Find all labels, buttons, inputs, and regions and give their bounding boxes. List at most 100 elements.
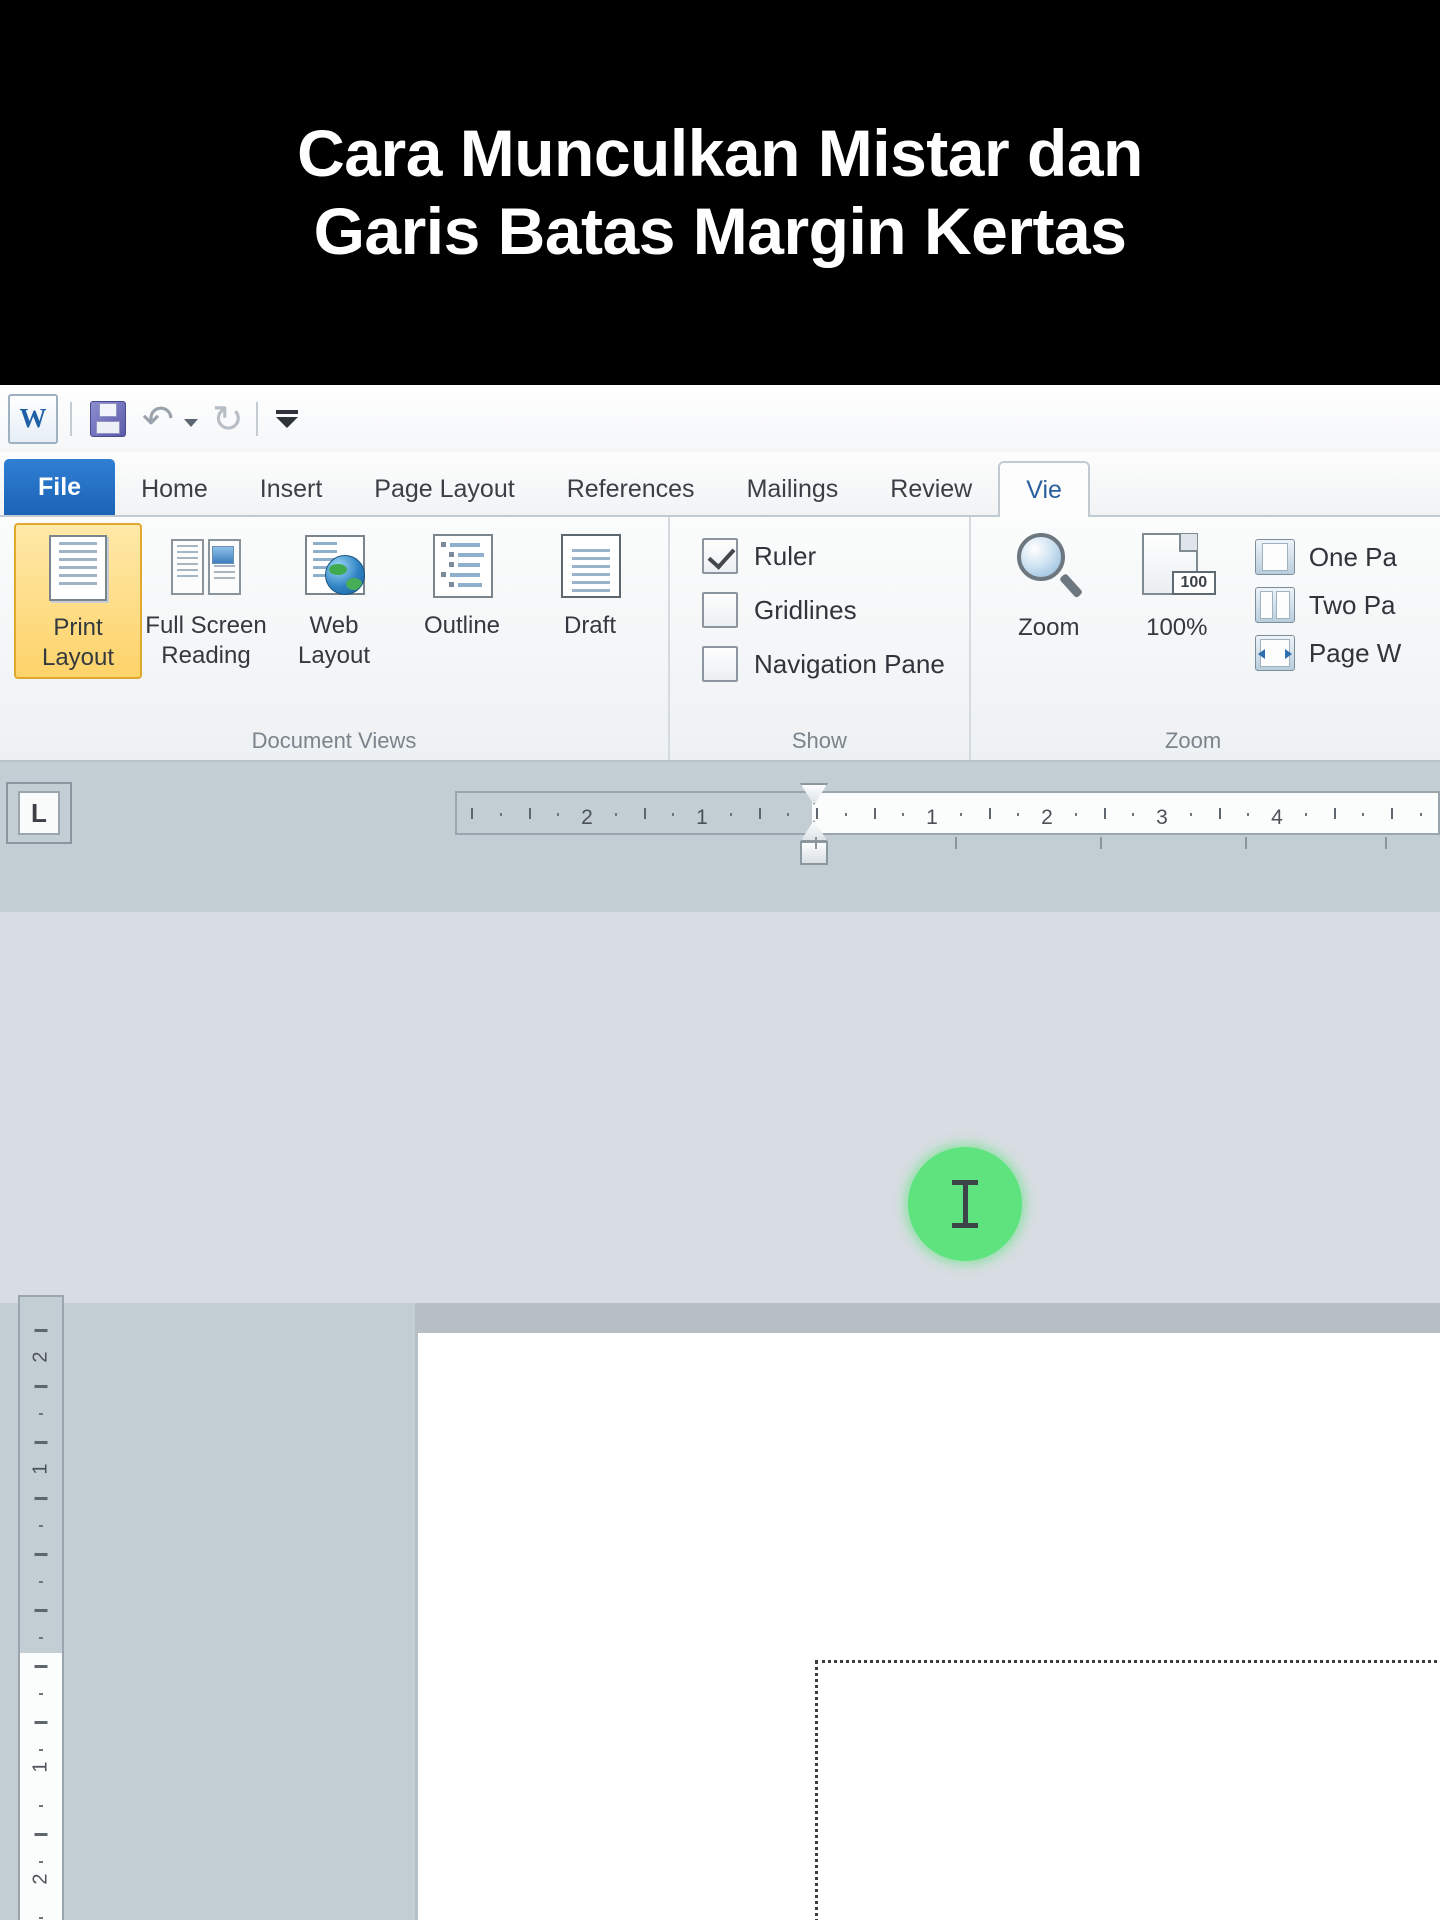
tab-references[interactable]: References xyxy=(541,463,721,515)
full-screen-reading-icon xyxy=(169,531,243,605)
tab-file[interactable]: File xyxy=(4,459,116,515)
full-screen-reading-button[interactable]: Full Screen Reading xyxy=(142,523,270,675)
group-title-document-views: Document Views xyxy=(251,728,417,753)
ruler-tick xyxy=(729,813,732,816)
ruler-tick xyxy=(758,808,761,819)
navigation-pane-checkbox[interactable] xyxy=(702,646,738,682)
tab-stop-selector-glyph: L xyxy=(18,791,60,835)
default-tab-stop-mark xyxy=(955,837,957,849)
draft-label: Draft xyxy=(563,612,616,639)
ruler-tick-label: 4 xyxy=(1271,806,1283,829)
ruler-tick xyxy=(844,813,847,816)
ruler-tick xyxy=(557,813,560,816)
vertical-ruler-tick xyxy=(34,1553,48,1556)
vertical-ruler-tick xyxy=(34,1329,48,1332)
video-title-card: Cara Munculkan Mistar dan Garis Batas Ma… xyxy=(0,0,1440,385)
zoom-button[interactable]: Zoom xyxy=(985,523,1113,647)
tab-stop-selector-button[interactable]: L xyxy=(6,782,72,844)
title-line-2: Garis Batas Margin Kertas xyxy=(313,193,1127,268)
web-layout-label: Web Layout xyxy=(297,612,371,669)
ruler-tick-label: 1 xyxy=(696,806,708,829)
ruler-tick-label: 1 xyxy=(926,806,938,829)
print-layout-label: Print Layout xyxy=(41,614,115,671)
vertical-ruler-tick xyxy=(34,1497,48,1500)
undo-dropdown-icon[interactable] xyxy=(183,418,198,427)
quick-access-toolbar: W ↶ ↻ xyxy=(0,385,1440,452)
redo-button[interactable]: ↻ xyxy=(212,400,244,438)
ruler-tick xyxy=(959,813,962,816)
two-pages-button[interactable]: Two Pa xyxy=(1254,587,1402,623)
vertical-ruler-tick-label: 1 xyxy=(29,1761,52,1773)
outline-button[interactable]: Outline xyxy=(398,523,526,645)
one-page-button[interactable]: One Pa xyxy=(1254,539,1402,575)
zoom-100-badge: 100 xyxy=(1171,571,1216,595)
screen-root: Cara Munculkan Mistar dan Garis Batas Ma… xyxy=(0,0,1440,1920)
vertical-ruler-tick xyxy=(39,1525,43,1527)
default-tab-stops xyxy=(455,837,1440,857)
ruler-tick-label: 2 xyxy=(581,806,593,829)
ruler-tick xyxy=(1132,813,1135,816)
tab-mailings[interactable]: Mailings xyxy=(721,463,865,515)
gridlines-label: Gridlines xyxy=(754,594,857,625)
navigation-pane-checkbox-row[interactable]: Navigation Pane xyxy=(702,646,945,682)
gridlines-checkbox[interactable] xyxy=(702,592,738,628)
customize-quick-access-toolbar-button[interactable] xyxy=(275,409,298,428)
ruler-tick xyxy=(1419,813,1422,816)
toolbar-separator xyxy=(70,401,72,436)
zoom-100-label: 100% xyxy=(1146,614,1208,641)
vertical-ruler-tick-label: 2 xyxy=(29,1351,52,1363)
vertical-ruler[interactable]: 211234 xyxy=(18,1295,64,1920)
tab-page-layout[interactable]: Page Layout xyxy=(348,463,540,515)
ruler-tick xyxy=(816,808,818,819)
magnifier-icon xyxy=(1011,531,1087,607)
print-layout-button[interactable]: Print Layout xyxy=(14,523,142,679)
vertical-ruler-tick xyxy=(39,1749,43,1751)
ruler-tick xyxy=(672,813,675,816)
ruler-tick xyxy=(902,813,905,816)
vertical-ruler-tick xyxy=(39,1805,43,1807)
margin-boundary-guide xyxy=(815,1660,1440,1920)
zoom-100-icon: 100 xyxy=(1134,531,1220,607)
draft-button[interactable]: Draft xyxy=(526,523,654,645)
ruler-tick xyxy=(1304,813,1307,816)
vertical-ruler-tick xyxy=(39,1413,43,1415)
gridlines-checkbox-row[interactable]: Gridlines xyxy=(702,592,945,628)
web-layout-button[interactable]: Web Layout xyxy=(270,523,398,675)
vertical-ruler-tick xyxy=(39,1917,43,1919)
tab-home[interactable]: Home xyxy=(115,463,234,515)
undo-button[interactable]: ↶ xyxy=(142,400,174,438)
horizontal-ruler[interactable]: 2 1 1 2 3 4 xyxy=(455,791,1440,835)
ribbon-tab-strip: File Home Insert Page Layout References … xyxy=(0,452,1440,517)
save-button[interactable] xyxy=(88,399,128,439)
document-workspace: 211234 xyxy=(0,1295,1440,1920)
vertical-ruler-tick xyxy=(34,1721,48,1724)
document-page[interactable] xyxy=(418,1333,1440,1920)
vertical-ruler-tick-label: 2 xyxy=(29,1873,52,1885)
default-tab-stop-mark xyxy=(815,837,817,849)
ruler-bar: L 2 1 1 2 3 4 xyxy=(0,762,1440,912)
page-width-button[interactable]: Page W xyxy=(1254,635,1402,671)
word-logo-icon: W xyxy=(8,393,58,444)
group-title-show: Show xyxy=(791,728,847,753)
page-width-label: Page W xyxy=(1308,637,1402,668)
ruler-tick xyxy=(643,808,646,819)
tab-view[interactable]: Vie xyxy=(998,461,1090,517)
default-tab-stop-mark xyxy=(1245,837,1247,849)
ruler-checkbox[interactable] xyxy=(702,538,738,574)
mouse-cursor-highlight xyxy=(908,1147,1022,1261)
zoom-100-button[interactable]: 100 100% xyxy=(1113,523,1241,647)
vertical-ruler-tick xyxy=(39,1693,43,1695)
ruler-tick xyxy=(1391,808,1393,819)
ruler-tick xyxy=(1189,813,1192,816)
tab-insert[interactable]: Insert xyxy=(234,463,349,515)
tab-review[interactable]: Review xyxy=(864,463,998,515)
vertical-ruler-tick xyxy=(34,1385,48,1388)
page-width-icon xyxy=(1254,635,1295,671)
vertical-ruler-tick xyxy=(39,1637,43,1639)
full-screen-reading-label: Full Screen Reading xyxy=(145,612,267,669)
print-layout-icon xyxy=(41,533,115,607)
vertical-ruler-tick xyxy=(39,1861,43,1863)
vertical-ruler-tick xyxy=(34,1609,48,1612)
ruler-checkbox-row[interactable]: Ruler xyxy=(702,538,945,574)
two-pages-label: Two Pa xyxy=(1308,589,1396,620)
